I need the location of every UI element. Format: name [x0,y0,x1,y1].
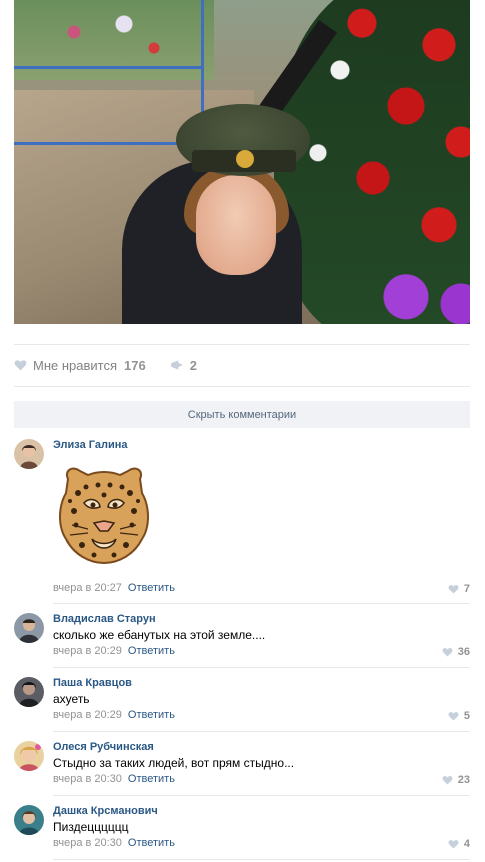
photo-face [196,175,276,275]
comment-like-count: 7 [463,583,470,595]
photo-fence [14,0,204,145]
comment-meta: вчера в 20:29 Ответить [53,709,175,721]
comment-time[interactable]: вчера в 20:27 [53,582,122,594]
heart-icon[interactable] [442,647,453,657]
comment-text: Пиздецццццц [53,820,129,834]
reply-button[interactable]: Ответить [128,645,175,657]
photo-cap-badge [236,150,254,168]
comment: Элиза Галина вчера в 20:27 Ответить 7 [14,439,470,604]
reply-button[interactable]: Ответить [128,709,175,721]
like-button[interactable]: Мне нравится [33,358,117,373]
comment-time[interactable]: вчера в 20:30 [53,773,122,785]
avatar[interactable] [14,439,44,469]
heart-icon[interactable] [442,775,453,785]
comment-divider [53,795,470,796]
hide-comments-button[interactable]: Скрыть комментарии [14,401,470,428]
comment-divider [53,667,470,668]
avatar[interactable] [14,677,44,707]
leopard-sticker [59,467,149,565]
comment-time[interactable]: вчера в 20:29 [53,645,122,657]
heart-icon[interactable] [448,584,459,594]
share-icon[interactable] [170,359,184,371]
comment-divider [53,731,470,732]
comment-author[interactable]: Олеся Рубчинская [53,741,154,753]
divider [14,344,470,345]
share-count[interactable]: 2 [190,358,197,373]
post-actions: Мне нравится 176 2 [14,356,197,374]
reply-button[interactable]: Ответить [128,837,175,849]
heart-icon[interactable] [448,839,459,849]
comment-text: ахуеть [53,692,90,706]
reply-button[interactable]: Ответить [128,773,175,785]
heart-icon[interactable] [14,359,27,371]
heart-icon[interactable] [448,711,459,721]
comment-author[interactable]: Паша Кравцов [53,677,132,689]
comment-meta: вчера в 20:27 Ответить [53,582,175,594]
comment-like-count: 23 [457,774,470,786]
comment-likes[interactable]: 23 [442,774,470,786]
avatar[interactable] [14,805,44,835]
comment-text: Стыдно за таких людей, вот прям стыдно..… [53,756,295,770]
comment-author[interactable]: Элиза Галина [53,439,128,451]
comment: Паша Кравцов ахуеть вчера в 20:29 Ответит… [14,677,470,732]
comment-divider [53,603,470,604]
comment-divider [53,859,470,860]
comment-like-count: 36 [457,646,470,658]
comment-likes[interactable]: 5 [448,710,470,722]
comment-likes[interactable]: 4 [448,838,470,850]
comment-like-count: 5 [463,710,470,722]
comment-likes[interactable]: 36 [442,646,470,658]
like-count[interactable]: 176 [124,358,146,373]
comment-like-count: 4 [463,838,470,850]
comment-author[interactable]: Владислав Старун [53,613,156,625]
comment-time[interactable]: вчера в 20:30 [53,837,122,849]
comment-likes[interactable]: 7 [448,583,470,595]
comment: Владислав Старун сколько же ебанутых на … [14,613,470,668]
divider [14,386,470,387]
comment-text: сколько же ебанутых на этой земле.... [53,628,266,642]
avatar[interactable] [14,741,44,771]
post-photo[interactable] [14,0,470,324]
comment-meta: вчера в 20:30 Ответить [53,837,175,849]
comment: Дашка Крсманович Пиздецццццц вчера в 20:… [14,805,470,860]
reply-button[interactable]: Ответить [128,582,175,594]
comment: Олеся Рубчинская Стыдно за таких людей, … [14,741,470,796]
comment-meta: вчера в 20:29 Ответить [53,645,175,657]
comment-time[interactable]: вчера в 20:29 [53,709,122,721]
comment-meta: вчера в 20:30 Ответить [53,773,175,785]
avatar[interactable] [14,613,44,643]
comment-author[interactable]: Дашка Крсманович [53,805,158,817]
